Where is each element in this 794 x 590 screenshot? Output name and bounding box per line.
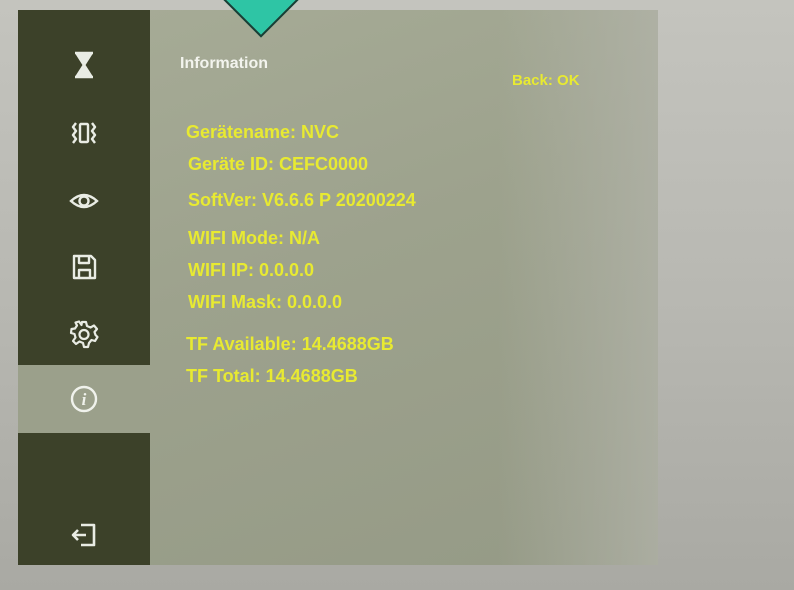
screen-glare xyxy=(498,10,658,565)
svg-text:i: i xyxy=(82,390,87,409)
info-line-wifi-ip: WIFI IP: 0.0.0.0 xyxy=(188,260,315,280)
info-line-tf-available: TF Available: 14.4688GB xyxy=(186,334,394,354)
eye-icon[interactable] xyxy=(67,184,101,218)
back-hint: Back: OK xyxy=(512,72,580,89)
gear-icon[interactable] xyxy=(67,318,101,352)
info-line-software-version: SoftVer: V6.6.6 P 20200224 xyxy=(188,190,416,210)
save-icon[interactable] xyxy=(67,250,101,284)
info-line-wifi-mask: WIFI Mask: 0.0.0.0 xyxy=(188,292,343,312)
info-icon[interactable]: i xyxy=(67,382,101,416)
sidebar: i xyxy=(18,10,150,565)
info-line-device-name: Gerätename: NVC xyxy=(186,122,340,142)
device-screen: i Information Back: OK Gerätename: NVC G… xyxy=(18,10,658,565)
info-line-device-id: Geräte ID: CEFC0000 xyxy=(188,154,369,174)
vibration-icon[interactable] xyxy=(67,116,101,150)
info-line-wifi-mode: WIFI Mode: N/A xyxy=(188,228,320,248)
info-line-tf-total: TF Total: 14.4688GB xyxy=(186,366,358,386)
page-title: Information xyxy=(180,55,268,72)
hourglass-icon[interactable] xyxy=(67,48,101,82)
exit-icon[interactable] xyxy=(67,518,101,552)
